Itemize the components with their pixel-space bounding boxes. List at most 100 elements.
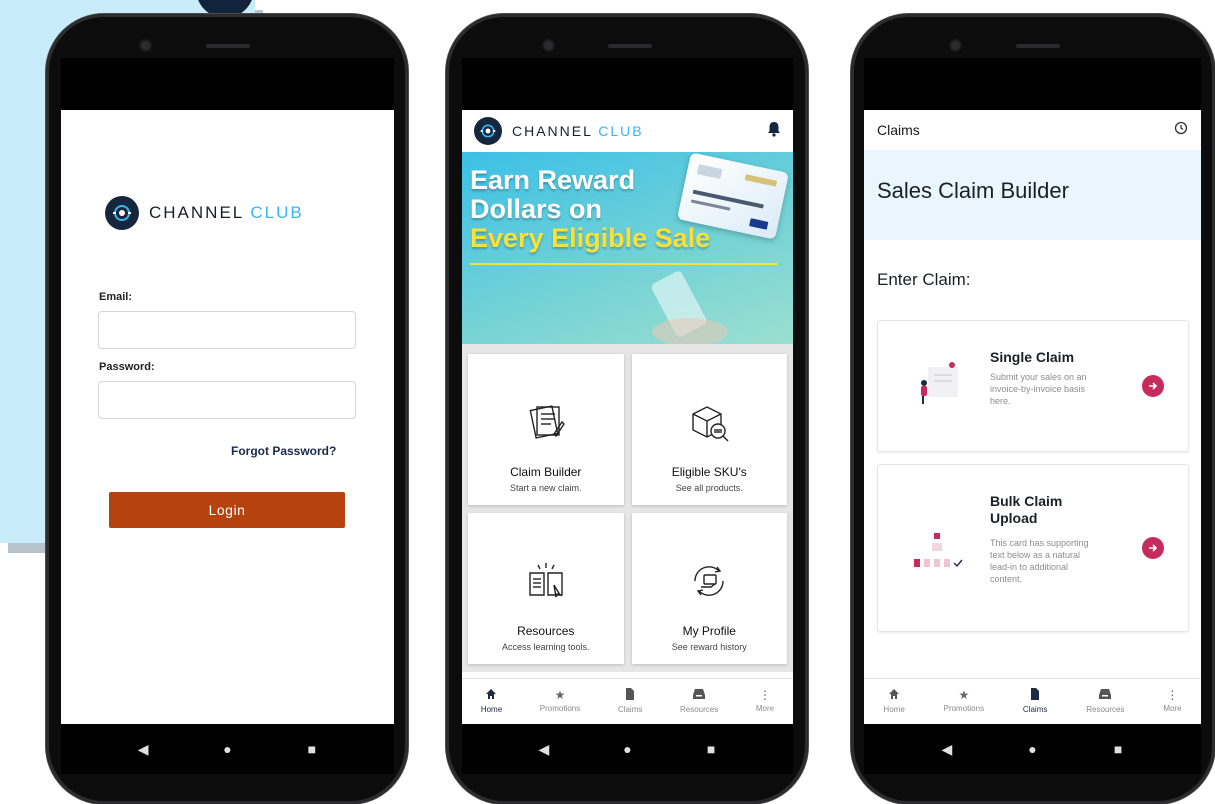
phone-home: CHANNEL CLUB Earn Reward Dollars on Ever…	[446, 14, 808, 804]
banner-line-3: Every Eligible Sale	[470, 223, 711, 253]
tab-more[interactable]: ⋮ More	[756, 689, 774, 713]
recents-square-icon[interactable]: ■	[297, 741, 327, 757]
claims-screen: Claims Sales Claim Builder Enter Claim:	[864, 58, 1201, 774]
back-icon[interactable]: ◀	[128, 741, 158, 758]
claim-card-description: This card has supporting text below as a…	[990, 538, 1089, 584]
more-vertical-icon: ⋮	[759, 688, 771, 702]
phone-top-bezel	[46, 14, 408, 58]
tab-home[interactable]: Home	[883, 688, 905, 714]
more-vertical-icon: ⋮	[1166, 688, 1179, 702]
password-label: Password:	[99, 361, 155, 373]
system-navigation-bar: ◀ ● ■	[462, 724, 793, 774]
recents-square-icon[interactable]: ■	[696, 741, 726, 757]
home-screen: CHANNEL CLUB Earn Reward Dollars on Ever…	[462, 58, 793, 774]
password-field[interactable]	[98, 381, 356, 419]
history-clock-icon[interactable]	[1174, 121, 1188, 140]
promo-banner[interactable]: Earn Reward Dollars on Every Eligible Sa…	[462, 152, 793, 344]
system-navigation-bar: ◀ ● ■	[864, 724, 1201, 774]
brand-name-secondary: CLUB	[250, 203, 304, 222]
front-camera	[951, 41, 960, 50]
section-title: Enter Claim:	[877, 270, 971, 289]
page-title: Sales Claim Builder	[877, 178, 1069, 203]
tab-home[interactable]: Home	[481, 688, 502, 714]
brand-wordmark: CHANNEL CLUB	[512, 123, 644, 139]
tile-subtitle: See reward history	[671, 642, 747, 652]
earpiece-speaker	[608, 44, 652, 48]
bulk-upload-illustration-icon	[910, 527, 966, 576]
single-claim-card[interactable]: Single Claim Submit your sales on an inv…	[877, 320, 1189, 452]
tab-label: Promotions	[539, 704, 581, 713]
status-bar	[864, 58, 1201, 110]
home-circle-icon[interactable]: ●	[212, 741, 242, 757]
phone-top-bezel	[446, 14, 808, 58]
claim-document-icon	[524, 400, 568, 449]
tile-subtitle: Access learning tools.	[501, 642, 590, 652]
tile-subtitle: See all products.	[675, 483, 743, 493]
single-claim-arrow-button[interactable]	[1142, 375, 1164, 397]
tab-resources[interactable]: Resources	[680, 688, 718, 714]
tile-title: Claim Builder	[510, 465, 582, 479]
tile-subtitle: Start a new claim.	[509, 483, 582, 493]
tab-label: Promotions	[943, 704, 985, 713]
front-camera	[544, 41, 553, 50]
reward-cycle-icon	[687, 559, 731, 608]
brand-logo: CHANNEL CLUB	[474, 117, 644, 145]
recents-square-icon[interactable]: ■	[1103, 741, 1133, 757]
back-icon[interactable]: ◀	[529, 741, 559, 758]
phone-login: CHANNEL CLUB Email: Password: Forgot Pas…	[46, 14, 408, 804]
back-icon[interactable]: ◀	[932, 741, 962, 758]
tab-resources[interactable]: Resources	[1086, 688, 1124, 714]
claim-card-title: Bulk Claim Upload	[990, 493, 1063, 526]
tab-promotions[interactable]: ★ Promotions	[540, 689, 580, 713]
tab-label: More	[755, 704, 775, 713]
tab-label: Resources	[1086, 705, 1125, 714]
home-icon	[888, 688, 900, 702]
brand-name-secondary: CLUB	[598, 123, 644, 139]
tile-my-profile[interactable]: My Profile See reward history	[631, 513, 787, 664]
system-navigation-bar: ◀ ● ■	[61, 724, 394, 774]
phone-claims: Claims Sales Claim Builder Enter Claim:	[851, 14, 1215, 804]
arrow-right-icon	[1149, 544, 1158, 552]
tab-more[interactable]: ⋮ More	[1163, 689, 1181, 713]
email-label: Email:	[99, 291, 133, 303]
brand-wordmark: CHANNEL CLUB	[149, 203, 304, 223]
bulk-claim-arrow-button[interactable]	[1142, 537, 1164, 559]
banner-headline: Earn Reward Dollars on Every Eligible Sa…	[470, 166, 710, 253]
hand-phone-image	[651, 271, 728, 344]
tile-claim-builder[interactable]: Claim Builder Start a new claim.	[468, 354, 624, 505]
arrow-right-icon	[1149, 382, 1158, 390]
page-title-band: Sales Claim Builder	[864, 150, 1201, 240]
tile-eligible-skus[interactable]: Eligible SKU's See all products.	[631, 354, 787, 505]
status-bar	[462, 58, 793, 110]
forgot-password-link[interactable]: Forgot Password?	[231, 444, 336, 458]
home-circle-icon[interactable]: ●	[1017, 741, 1047, 757]
tab-label: Home	[883, 705, 905, 714]
tile-title: My Profile	[682, 624, 736, 638]
single-claim-illustration-icon	[912, 361, 968, 414]
tab-label: Claims	[617, 705, 643, 714]
inbox-icon	[693, 688, 706, 702]
open-book-icon	[524, 559, 568, 608]
tab-claims[interactable]: Claims	[618, 688, 642, 714]
bulk-claim-upload-card[interactable]: Bulk Claim Upload This card has supporti…	[877, 464, 1189, 632]
earpiece-speaker	[1016, 44, 1060, 48]
box-search-icon	[687, 400, 731, 449]
home-circle-icon[interactable]: ●	[612, 741, 642, 757]
banner-underline	[470, 263, 778, 265]
tab-label: Claims	[1022, 705, 1048, 714]
tab-promotions[interactable]: ★ Promotions	[944, 689, 984, 713]
channel-club-logo-icon	[105, 196, 139, 230]
login-button[interactable]: Login	[109, 492, 345, 528]
home-icon	[485, 688, 497, 702]
bottom-navigation: Home ★ Promotions Claims Resources ⋮ Mor…	[864, 678, 1201, 723]
channel-club-logo-icon	[474, 117, 502, 145]
home-tile-grid: Claim Builder Start a new claim. Eligibl…	[462, 344, 793, 672]
tab-claims[interactable]: Claims	[1023, 688, 1047, 714]
login-screen: CHANNEL CLUB Email: Password: Forgot Pas…	[61, 58, 394, 774]
tab-label: More	[1163, 704, 1182, 713]
tile-resources[interactable]: Resources Access learning tools.	[468, 513, 624, 664]
brand-name-primary: CHANNEL	[512, 123, 593, 139]
tab-label: Resources	[680, 705, 719, 714]
notification-bell-icon[interactable]	[767, 121, 781, 142]
email-field[interactable]	[98, 311, 356, 349]
